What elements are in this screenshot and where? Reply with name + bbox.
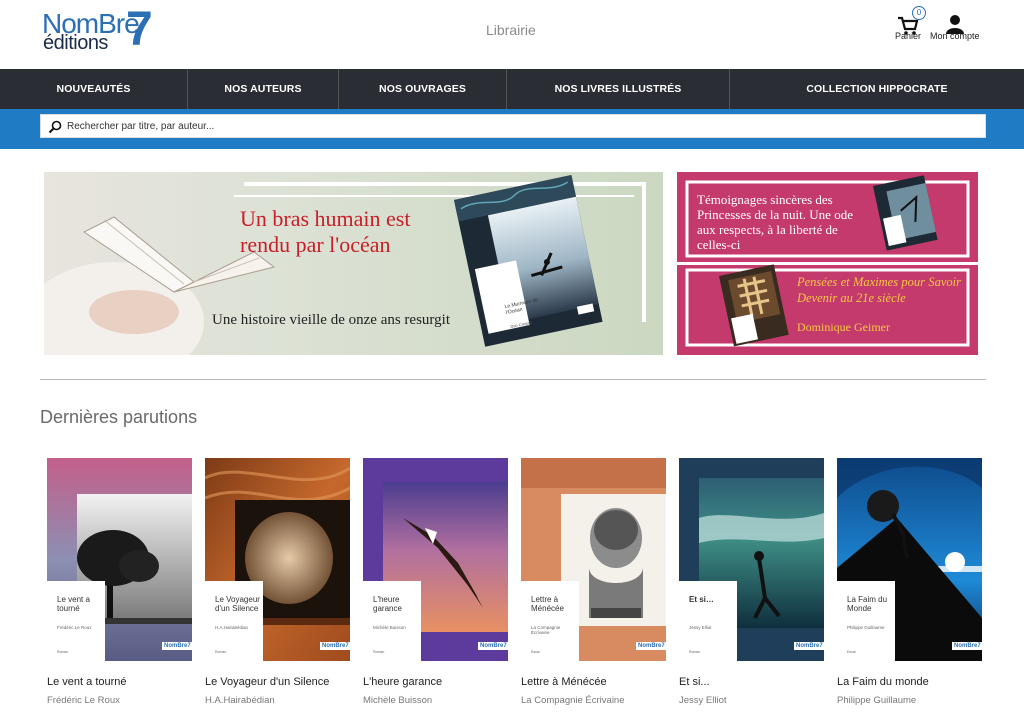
- nav-item-livres-illustres[interactable]: NOS LIVRES ILLUSTRÉS: [507, 69, 730, 109]
- banner-pensees-maximes[interactable]: Témoignages sincères des Princesses de l…: [677, 172, 978, 355]
- cart-count-badge: 0: [912, 6, 926, 20]
- cart-label[interactable]: Panier: [895, 31, 921, 41]
- search-bar: [0, 109, 1024, 149]
- cover-title: Le Voyageur d'un Silence: [215, 595, 260, 613]
- book-card[interactable]: La Faim du Monde Philippe Guillaume Essa…: [837, 458, 982, 706]
- section-title: Dernières parutions: [40, 407, 198, 427]
- cover-title: Le vent a tourné: [57, 595, 90, 613]
- cover-genre: Roman: [689, 650, 701, 654]
- book-author[interactable]: Frédéric Le Roux: [47, 695, 120, 706]
- book-title[interactable]: La Faim du monde: [837, 676, 929, 688]
- book-card[interactable]: Lettre à Ménécée La Compagnie Écrivaine …: [521, 458, 666, 706]
- cover-genre: Essai: [531, 650, 540, 654]
- banner-murmure-ocean[interactable]: Un bras humain est rendu par l'océan Une…: [44, 172, 663, 355]
- banner-right-bottom-author: Dominique Geimer: [797, 320, 890, 334]
- book-title[interactable]: Et si...: [679, 676, 710, 688]
- book-card[interactable]: Et si… Jessy Elliot Roman NomBre7 Et si.…: [679, 458, 824, 706]
- section-divider: [40, 379, 986, 380]
- cover-title: L'heure garance: [373, 595, 402, 613]
- banner-right-bottom-title: Pensées et Maximes pour Savoir Devenir a…: [797, 275, 961, 305]
- book-card[interactable]: Le vent a tourné Frédéric Le Roux Roman …: [47, 458, 192, 706]
- cover-title: Et si…: [689, 595, 714, 604]
- book-title[interactable]: L'heure garance: [363, 676, 442, 688]
- cover-panel: Et si… Jessy Elliot Roman: [679, 581, 737, 661]
- book-title[interactable]: Le vent a tourné: [47, 676, 127, 688]
- nav-item-ouvrages[interactable]: NOS OUVRAGES: [339, 69, 507, 109]
- cover-genre: Roman: [373, 650, 385, 654]
- book-card[interactable]: L'heure garance Michèle Buisson Roman No…: [363, 458, 508, 706]
- book-author[interactable]: H.A.Hairabédian: [205, 695, 275, 706]
- cover-panel: Lettre à Ménécée La Compagnie Écrivaine …: [521, 581, 579, 661]
- site-logo[interactable]: NomBre 7 éditions: [42, 3, 167, 56]
- book-author[interactable]: Philippe Guillaume: [837, 695, 916, 706]
- logo-seven: 7: [126, 3, 153, 56]
- publisher-mini-logo: NomBre7: [794, 642, 824, 650]
- publisher-mini-logo: NomBre7: [952, 642, 982, 650]
- search-input[interactable]: [67, 118, 967, 134]
- nav-item-nouveautes[interactable]: NOUVEAUTÉS: [0, 69, 188, 109]
- book-cover[interactable]: Le Voyageur d'un Silence H.A.Hairabédian…: [205, 458, 350, 661]
- cover-genre: Roman: [57, 650, 69, 654]
- cover-panel: La Faim du Monde Philippe Guillaume Essa…: [837, 581, 895, 661]
- cover-author: Frédéric Le Roux: [57, 625, 92, 630]
- book-card[interactable]: Le Voyageur d'un Silence H.A.Hairabédian…: [205, 458, 350, 706]
- nav-item-auteurs[interactable]: NOS AUTEURS: [188, 69, 339, 109]
- cover-genre: Essai: [847, 650, 856, 654]
- account-label[interactable]: Mon compte: [930, 31, 980, 41]
- banner-left-headline: Un bras humain est rendu par l'océan: [240, 206, 411, 257]
- cover-panel: Le vent a tourné Frédéric Le Roux Roman: [47, 581, 105, 661]
- publisher-mini-logo: NomBre7: [478, 642, 508, 650]
- search-box[interactable]: [40, 114, 986, 138]
- cover-genre: Roman: [215, 650, 227, 654]
- cover-panel: L'heure garance Michèle Buisson Roman: [363, 581, 421, 661]
- book-author[interactable]: Jessy Elliot: [679, 695, 727, 706]
- book-author[interactable]: La Compagnie Écrivaine: [521, 695, 625, 706]
- cover-panel: Le Voyageur d'un Silence H.A.Hairabédian…: [205, 581, 263, 661]
- book-author[interactable]: Michèle Buisson: [363, 695, 432, 706]
- nav-item-collection-hippocrate[interactable]: COLLECTION HIPPOCRATE: [730, 69, 1024, 109]
- book-cover[interactable]: Lettre à Ménécée La Compagnie Écrivaine …: [521, 458, 666, 661]
- book-cover[interactable]: Le vent a tourné Frédéric Le Roux Roman …: [47, 458, 192, 661]
- book-cover[interactable]: La Faim du Monde Philippe Guillaume Essa…: [837, 458, 982, 661]
- cover-author: Philippe Guillaume: [847, 625, 885, 630]
- cover-author: H.A.Hairabédian: [215, 625, 249, 630]
- publisher-mini-logo: NomBre7: [162, 642, 192, 650]
- cover-author: Jessy Elliot: [689, 625, 712, 630]
- book-title[interactable]: Lettre à Ménécée: [521, 676, 607, 688]
- cover-author: La Compagnie Écrivaine: [531, 625, 561, 635]
- book-cover[interactable]: Et si… Jessy Elliot Roman NomBre7: [679, 458, 824, 661]
- book-cover[interactable]: L'heure garance Michèle Buisson Roman No…: [363, 458, 508, 661]
- publisher-mini-logo: NomBre7: [320, 642, 350, 650]
- search-icon: [48, 120, 62, 134]
- banner-right-top-text: Témoignages sincères des Princesses de l…: [697, 192, 853, 252]
- book-title[interactable]: Le Voyageur d'un Silence: [205, 676, 329, 688]
- cover-title: La Faim du Monde: [847, 595, 888, 613]
- banner-left-tagline: Une histoire vieille de onze ans resurgi…: [212, 312, 450, 328]
- section-label[interactable]: Librairie: [486, 22, 536, 38]
- cover-author: Michèle Buisson: [373, 625, 406, 630]
- cover-title: Lettre à Ménécée: [531, 595, 564, 613]
- logo-editions: éditions: [43, 32, 108, 54]
- site-header: NomBre 7 éditions Librairie 0 Panier Mon…: [0, 0, 1024, 69]
- publisher-mini-logo: NomBre7: [636, 642, 666, 650]
- main-nav: NOUVEAUTÉS NOS AUTEURS NOS OUVRAGES NOS …: [0, 69, 1024, 109]
